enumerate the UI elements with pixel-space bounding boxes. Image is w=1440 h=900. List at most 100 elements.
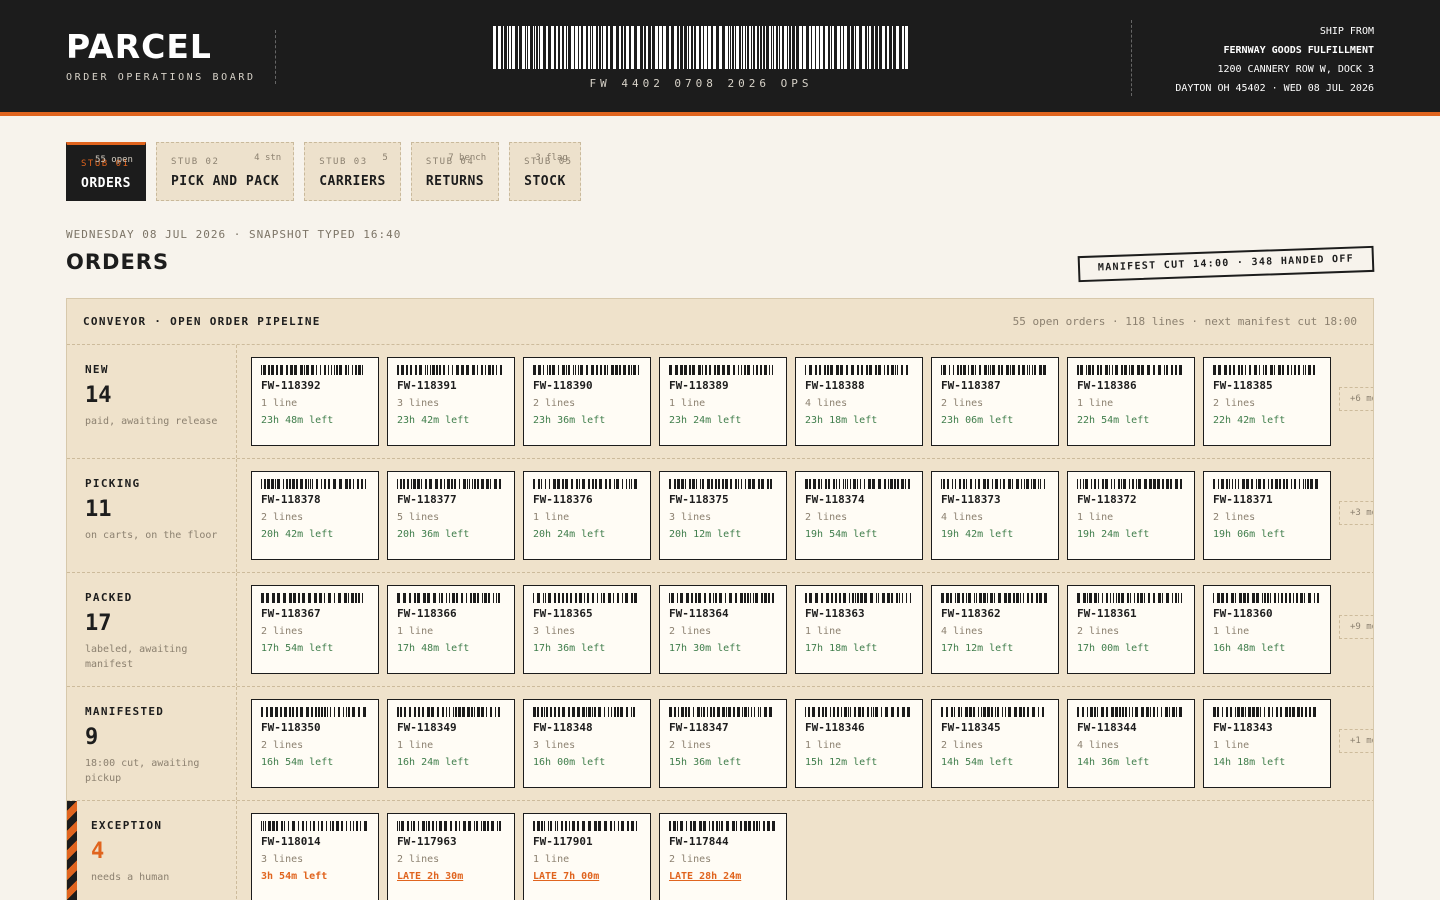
sla-timer: 23h 36m left [533,415,606,426]
order-card[interactable]: FW-118375 3 lines 20h 12m left [659,471,787,560]
sla-timer: 14h 36m left [1077,757,1150,768]
barcode-icon [1077,479,1182,489]
order-id: FW-118364 [669,607,729,620]
order-card[interactable]: FW-118365 3 lines 17h 36m left [523,585,651,674]
order-card[interactable]: FW-117901 1 line LATE 7h 00m [523,813,651,900]
order-id: FW-118365 [533,607,593,620]
more-orders-button[interactable]: +1 more [1339,729,1373,753]
brand-subtitle: ORDER OPERATIONS BOARD [66,72,256,83]
order-card[interactable]: FW-118390 2 lines 23h 36m left [523,357,651,446]
lane-description: needs a human [91,872,170,883]
sla-timer: 20h 36m left [397,529,470,540]
ship-from-name: FERNWAY GOODS FULFILLMENT [1223,45,1374,56]
tab-returns[interactable]: STUB 04 7 bench RETURNS [410,142,500,201]
order-card[interactable]: FW-118346 1 line 15h 12m left [795,699,923,788]
line-count: 2 lines [1077,626,1120,637]
order-card[interactable]: FW-117844 2 lines LATE 28h 24m [659,813,787,900]
line-count: 1 line [533,854,570,865]
line-count: 1 line [1077,512,1114,523]
tab-count: 5 [382,153,388,163]
order-card[interactable]: FW-118345 2 lines 14h 54m left [931,699,1059,788]
order-card[interactable]: FW-118343 1 line 14h 18m left [1203,699,1331,788]
order-card[interactable]: FW-118389 1 line 23h 24m left [659,357,787,446]
order-id: FW-118360 [1213,607,1273,620]
line-count: 2 lines [941,398,984,409]
board-header: CONVEYOR · OPEN ORDER PIPELINE 55 open o… [67,299,1373,345]
barcode-number: FW 4402 0708 2026 OPS [589,77,813,90]
order-card[interactable]: FW-118361 2 lines 17h 00m left [1067,585,1195,674]
barcode-icon [397,707,500,717]
sla-timer: 17h 00m left [1077,643,1150,654]
order-card[interactable]: FW-118376 1 line 20h 24m left [523,471,651,560]
barcode-icon [669,821,775,831]
lane-name: EXCEPTION [91,819,163,832]
sla-timer: 22h 54m left [1077,415,1150,426]
order-card[interactable]: FW-118378 2 lines 20h 42m left [251,471,379,560]
order-card[interactable]: FW-118344 4 lines 14h 36m left [1067,699,1195,788]
barcode-icon [261,479,366,489]
line-count: 5 lines [397,512,440,523]
order-card[interactable]: FW-118363 1 line 17h 18m left [795,585,923,674]
order-card[interactable]: FW-117963 2 lines LATE 2h 30m [387,813,515,900]
order-card[interactable]: FW-118377 5 lines 20h 36m left [387,471,515,560]
line-count: 4 lines [1077,740,1120,751]
order-id: FW-118371 [1213,493,1273,506]
ship-from-block: SHIP FROM FERNWAY GOODS FULFILLMENT 1200… [1175,22,1374,98]
barcode-icon [397,593,500,603]
order-card[interactable]: FW-118360 1 line 16h 48m left [1203,585,1331,674]
order-card[interactable]: FW-118385 2 lines 22h 42m left [1203,357,1331,446]
lane-name: NEW [85,363,109,376]
order-id: FW-118349 [397,721,457,734]
sla-timer: 20h 42m left [261,529,334,540]
order-id: FW-118346 [805,721,865,734]
line-count: 2 lines [261,740,304,751]
brand: PARCEL ORDER OPERATIONS BOARD [66,28,256,84]
lane-count: 17 [85,611,112,636]
more-orders-button[interactable]: +3 more [1339,501,1373,525]
line-count: 4 lines [941,512,984,523]
order-card[interactable]: FW-118391 3 lines 23h 42m left [387,357,515,446]
more-orders-button[interactable]: +9 more [1339,615,1373,639]
line-count: 2 lines [669,854,712,865]
order-card[interactable]: FW-118350 2 lines 16h 54m left [251,699,379,788]
order-card[interactable]: FW-118347 2 lines 15h 36m left [659,699,787,788]
sla-timer: 16h 24m left [397,757,470,768]
barcode-icon [493,26,908,69]
tab-orders[interactable]: STUB 01 55 open ORDERS [66,142,146,201]
sla-timer: 23h 18m left [805,415,878,426]
order-card[interactable]: FW-118349 1 line 16h 24m left [387,699,515,788]
order-card[interactable]: FW-118348 3 lines 16h 00m left [523,699,651,788]
tab-carriers[interactable]: STUB 03 5 CARRIERS [304,142,401,201]
tab-pick-and-pack[interactable]: STUB 02 4 stn PICK AND PACK [155,142,295,201]
line-count: 2 lines [397,854,440,865]
order-card[interactable]: FW-118371 2 lines 19h 06m left [1203,471,1331,560]
order-card[interactable]: FW-118367 2 lines 17h 54m left [251,585,379,674]
order-card[interactable]: FW-118388 4 lines 23h 18m left [795,357,923,446]
order-card[interactable]: FW-118364 2 lines 17h 30m left [659,585,787,674]
sla-timer: 20h 12m left [669,529,742,540]
order-card[interactable]: FW-118014 3 lines 3h 54m left [251,813,379,900]
lane-manifested: MANIFESTED 9 18:00 cut, awaiting pickup FW-… [67,687,1373,801]
order-card[interactable]: FW-118366 1 line 17h 48m left [387,585,515,674]
barcode-icon [533,707,635,717]
snapshot-breadcrumb: WEDNESDAY 08 JUL 2026 · SNAPSHOT TYPED 1… [66,228,402,241]
line-count: 2 lines [1213,512,1256,523]
tab-count: 7 bench [448,153,487,163]
sla-timer: 3h 54m left [261,871,328,882]
sla-timer: 17h 12m left [941,643,1014,654]
order-card[interactable]: FW-118374 2 lines 19h 54m left [795,471,923,560]
order-card[interactable]: FW-118372 1 line 19h 24m left [1067,471,1195,560]
order-card[interactable]: FW-118362 4 lines 17h 12m left [931,585,1059,674]
more-orders-button[interactable]: +6 more [1339,387,1373,411]
tab-label: CARRIERS [319,174,386,189]
order-card[interactable]: FW-118373 4 lines 19h 42m left [931,471,1059,560]
line-count: 2 lines [1213,398,1256,409]
order-card[interactable]: FW-118386 1 line 22h 54m left [1067,357,1195,446]
tab-stock[interactable]: STUB 05 3 flag STOCK [509,142,581,201]
order-card[interactable]: FW-118392 1 line 23h 48m left [251,357,379,446]
manifest-stamp: MANIFEST CUT 14:00 · 348 HANDED OFF [1077,245,1375,283]
tab-label: STOCK [524,174,566,189]
tab-stub: STUB 03 [319,157,368,167]
order-card[interactable]: FW-118387 2 lines 23h 06m left [931,357,1059,446]
tab-stub: STUB 02 [170,157,220,167]
